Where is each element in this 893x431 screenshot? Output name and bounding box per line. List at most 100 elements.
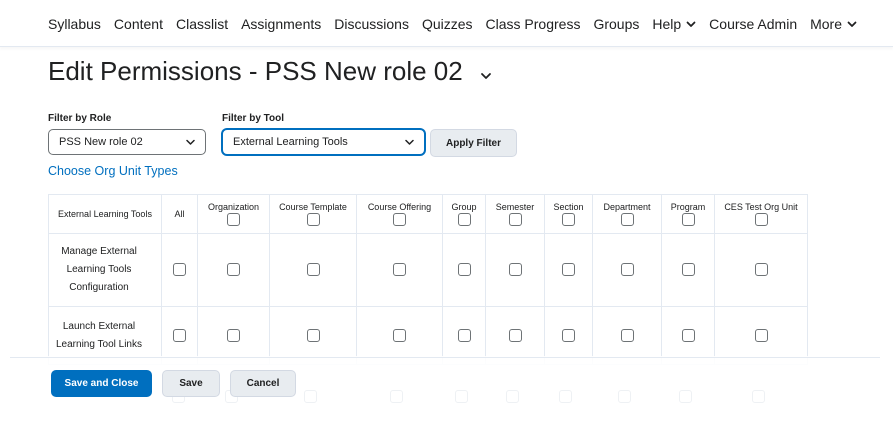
filter-tool-label: Filter by Tool [222, 113, 285, 124]
table-row: Manage External Learning Tools Configura… [48, 233, 808, 307]
permission-checkbox[interactable] [754, 328, 768, 342]
permission-checkbox[interactable] [306, 328, 320, 342]
nav-item-class-progress[interactable]: Class Progress [486, 16, 581, 32]
column-header-semester: Semester [485, 194, 545, 234]
column-header-all: All [161, 194, 198, 234]
nav-item-help[interactable]: Help [652, 16, 696, 32]
chevron-down-icon[interactable] [479, 69, 493, 83]
faded-checkbox [559, 390, 572, 403]
select-column-checkbox[interactable] [562, 213, 575, 226]
permission-label-line: Configuration [69, 282, 129, 293]
filter-role-label: Filter by Role [48, 113, 112, 124]
select-column-checkbox[interactable] [508, 213, 522, 226]
select-column-checkbox[interactable] [681, 213, 695, 226]
permission-checkbox[interactable] [227, 328, 240, 342]
nav-item-discussions[interactable]: Discussions [334, 16, 409, 32]
nav-item-course-admin[interactable]: Course Admin [709, 16, 797, 32]
permission-checkbox[interactable] [562, 263, 575, 277]
select-column-checkbox[interactable] [620, 213, 634, 226]
column-header-organization: Organization [197, 194, 270, 234]
permission-checkbox[interactable] [620, 328, 634, 342]
chevron-down-icon [686, 21, 696, 27]
faded-checkbox [390, 390, 403, 403]
permission-label-line: Launch External [62, 320, 136, 332]
column-header-label: Semester [495, 202, 535, 212]
table-header-row: External Learning Tools All Organization… [48, 194, 808, 234]
nav-item-label: Classlist [175, 16, 229, 32]
nav-item-content[interactable]: Content [114, 16, 163, 32]
nav-item-classlist[interactable]: Classlist [176, 16, 228, 32]
apply-filter-button[interactable]: Apply Filter [430, 129, 517, 157]
save-button[interactable]: Save [162, 370, 220, 397]
nav-item-label: Class Progress [485, 16, 581, 32]
nav-item-label: Syllabus [48, 16, 101, 32]
save-and-close-button[interactable]: Save and Close [51, 370, 152, 397]
permission-label-line: Manage External [61, 246, 137, 257]
nav-item-more[interactable]: More [810, 16, 857, 32]
nav-item-label: Course Admin [709, 16, 798, 32]
select-column-checkbox[interactable] [306, 213, 320, 226]
filter-tool-select[interactable]: External Learning Tools [222, 129, 425, 155]
nav-item-label: Help [652, 16, 682, 32]
column-header-group: Group [442, 194, 486, 234]
cancel-button[interactable]: Cancel [230, 370, 296, 397]
permission-checkbox[interactable] [562, 328, 575, 342]
select-column-checkbox[interactable] [227, 213, 240, 226]
chevron-down-icon [186, 139, 195, 145]
column-header-program: Program [661, 194, 715, 234]
select-column-checkbox[interactable] [754, 213, 768, 226]
nav-item-groups[interactable]: Groups [593, 16, 639, 32]
permission-checkbox[interactable] [227, 263, 240, 277]
faded-checkbox [752, 390, 765, 403]
filter-role-select[interactable]: PSS New role 02 [48, 129, 206, 155]
permission-checkbox[interactable] [457, 328, 471, 342]
column-header-label: Department [603, 202, 651, 212]
column-header-label: Course Template [279, 202, 347, 212]
permission-checkbox[interactable] [393, 328, 406, 342]
select-all-row-checkbox[interactable] [173, 328, 186, 342]
permission-label-line: Learning Tool Links [56, 338, 142, 350]
faded-checkbox [455, 390, 468, 403]
nav-item-label: More [810, 16, 843, 32]
column-header-label: CES Test Org Unit [724, 202, 798, 212]
nav-item-label: Quizzes [421, 16, 473, 32]
permission-checkbox[interactable] [681, 328, 695, 342]
permission-checkbox[interactable] [620, 263, 634, 277]
course-navbar: Syllabus Content Classlist Assignments D… [0, 0, 893, 47]
permission-checkbox[interactable] [393, 263, 406, 277]
select-column-checkbox[interactable] [393, 213, 406, 226]
select-column-checkbox[interactable] [457, 213, 471, 226]
nav-item-label: Assignments [241, 16, 322, 32]
permission-label: Manage External Learning Tools Configura… [48, 233, 162, 307]
column-header-label: Section [553, 202, 584, 212]
column-header-tool: External Learning Tools [48, 194, 162, 234]
select-all-row-checkbox[interactable] [173, 263, 186, 277]
permission-checkbox[interactable] [754, 263, 768, 277]
chevron-down-icon [405, 139, 414, 145]
choose-org-unit-types-link[interactable]: Choose Org Unit Types [48, 164, 178, 178]
permission-checkbox[interactable] [508, 263, 522, 277]
faded-checkbox [679, 390, 692, 403]
column-header-course-template: Course Template [269, 194, 357, 234]
filter-tool-value: External Learning Tools [233, 136, 348, 148]
nav-item-label: Content [113, 16, 163, 32]
nav-item-assignments[interactable]: Assignments [241, 16, 321, 32]
permission-checkbox[interactable] [457, 263, 471, 277]
column-header-department: Department [592, 194, 662, 234]
page-title-text: Edit Permissions - PSS New role 02 [48, 56, 463, 86]
column-header-label: Organization [207, 202, 260, 212]
nav-items: Syllabus Content Classlist Assignments D… [48, 16, 857, 32]
column-header-course-offering: Course Offering [356, 194, 443, 234]
column-header-label: Group [451, 202, 477, 212]
permission-label-line: Learning Tools [66, 264, 132, 275]
nav-item-syllabus[interactable]: Syllabus [48, 16, 101, 32]
permission-checkbox[interactable] [508, 328, 522, 342]
permissions-table: External Learning Tools All Organization… [48, 194, 808, 365]
permission-checkbox[interactable] [306, 263, 320, 277]
permission-checkbox[interactable] [681, 263, 695, 277]
nav-item-label: Groups [593, 16, 640, 32]
column-header-label: Program [670, 202, 706, 212]
column-header-all-label: All [174, 209, 185, 219]
faded-checkbox [618, 390, 631, 403]
nav-item-quizzes[interactable]: Quizzes [422, 16, 473, 32]
